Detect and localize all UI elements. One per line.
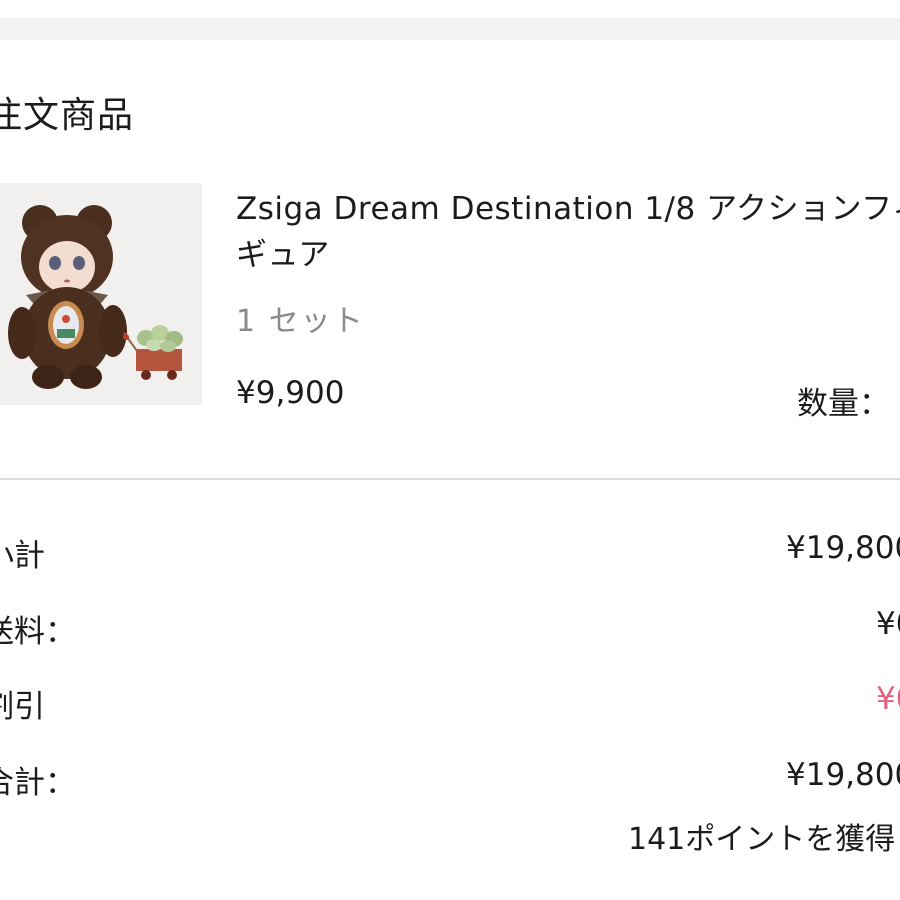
shipping-value: ¥0: [876, 606, 900, 642]
product-price: ¥9,900: [236, 375, 345, 411]
discount-value: ¥0: [876, 681, 900, 717]
subtotal-value: ¥19,800: [786, 530, 900, 566]
figure-image: [8, 205, 183, 389]
product-name[interactable]: Zsiga Dream Destination 1/8 アクションフィギュア: [236, 186, 900, 278]
product-thumbnail[interactable]: [0, 183, 202, 405]
total-label: 合計：: [0, 765, 76, 801]
quantity-label: 数量：: [797, 386, 890, 422]
total-value: ¥19,800: [786, 757, 900, 793]
points-earned-note: 141ポイントを獲得: [628, 822, 896, 857]
order-summary-page: 注文商品 Zsiga Dream Destination 1/8 アクションフィ…: [0, 0, 900, 900]
section-title: 注文商品: [0, 95, 135, 136]
top-separator-strip: [0, 18, 900, 40]
subtotal-label: 小計: [0, 538, 45, 574]
discount-label: 割引: [0, 689, 45, 725]
shipping-label: 送料：: [0, 614, 76, 650]
section-divider: [0, 478, 900, 480]
product-set-count: 1 セット: [236, 304, 365, 339]
